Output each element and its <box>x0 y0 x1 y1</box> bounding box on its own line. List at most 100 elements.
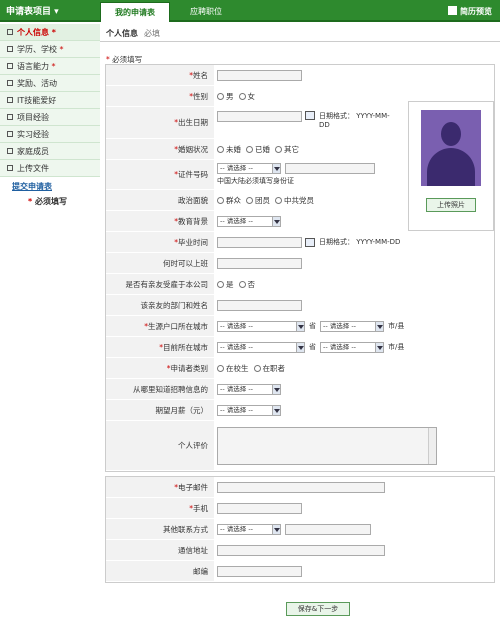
postcode-input[interactable] <box>217 565 302 577</box>
photo-panel: 上传照片 <box>408 101 494 231</box>
relative-dept-input[interactable] <box>217 299 302 311</box>
mobile-input[interactable] <box>217 502 302 514</box>
sidebar-item-label: 学历、学校 <box>17 45 57 54</box>
unmarried-radio[interactable] <box>217 145 224 153</box>
marital-label: *婚姻状况 <box>174 144 208 154</box>
female-label: 女 <box>247 91 256 101</box>
email-input[interactable] <box>217 481 385 493</box>
sidebar-item-label: 家庭成员 <box>17 147 49 156</box>
resume-preview-label: 简历预览 <box>460 7 492 16</box>
required-mark: * <box>59 45 64 54</box>
required-mark: * <box>51 28 56 37</box>
required-mark: * <box>51 62 56 71</box>
name-input[interactable] <box>217 69 302 81</box>
male-radio[interactable] <box>217 92 224 100</box>
self-eval-label: 个人评价 <box>178 441 208 450</box>
hukou-label: *生源户口所在城市 <box>144 321 208 331</box>
checkbox-icon <box>7 165 13 171</box>
sidebar-item-label: 上传文件 <box>17 164 49 173</box>
hukou-province-select[interactable]: -- 请选择 -- <box>217 320 305 332</box>
page-title-sub: 必填 <box>144 29 160 38</box>
sidebar-item-label: 语言能力 <box>17 62 49 71</box>
id-number-input[interactable] <box>285 163 375 174</box>
sidebar-item-education[interactable]: 学历、学校 * <box>0 41 100 58</box>
page-title-text: 个人信息 <box>106 29 138 38</box>
grad-date-input[interactable] <box>217 236 302 248</box>
document-icon <box>448 6 457 15</box>
id-label: *证件号码 <box>174 170 208 179</box>
calendar-icon[interactable] <box>305 111 315 120</box>
city-label: 市/县 <box>388 322 405 330</box>
student-radio[interactable] <box>217 364 224 372</box>
grad-time-label: *毕业时间 <box>174 237 208 247</box>
sidebar-item-awards[interactable]: 奖励、活动 <box>0 75 100 92</box>
education-label: *教育背景 <box>174 216 208 226</box>
scrollbar[interactable] <box>428 427 436 464</box>
required-note-text: 必须填写 <box>112 55 143 64</box>
app-menu-label: 申请表项目 <box>6 7 52 17</box>
avatar-placeholder-icon <box>421 110 481 186</box>
required-mark: * <box>28 197 33 206</box>
applicant-type-label: *申请者类别 <box>166 363 208 373</box>
political-label: 政治面貌 <box>178 195 208 205</box>
checkbox-icon <box>7 131 13 137</box>
sidebar-item-it-skills[interactable]: IT技能爱好 <box>0 92 100 109</box>
party-radio[interactable] <box>275 196 282 204</box>
salary-label: 期望月薪（元） <box>155 405 209 415</box>
tab-my-application[interactable]: 我的申请表 <box>100 2 170 22</box>
female-radio[interactable] <box>238 92 246 100</box>
education-select[interactable]: -- 请选择 -- <box>217 215 281 227</box>
salary-select[interactable]: -- 请选择 -- <box>217 404 281 416</box>
tab-positions[interactable]: 应聘职位 <box>190 2 222 22</box>
married-radio[interactable] <box>246 145 253 153</box>
id-hint: 中国大陆必须填写身份证 <box>217 177 294 185</box>
sidebar-item-personal[interactable]: 个人信息 * <box>0 24 100 41</box>
sidebar-item-upload[interactable]: 上传文件 <box>0 160 100 177</box>
province-label: 省 <box>309 343 316 351</box>
top-bar: 申请表项目 ▾ 我的申请表 应聘职位 简历预览 <box>0 0 500 22</box>
address-label: 通信地址 <box>178 545 208 555</box>
calendar-icon[interactable] <box>305 237 315 247</box>
chevron-down-icon: ▾ <box>54 7 59 17</box>
sidebar-item-label: 个人信息 <box>17 28 49 37</box>
league-radio[interactable] <box>246 196 253 204</box>
submit-application-link[interactable]: 提交申请表 <box>0 181 100 192</box>
hukou-city-select[interactable]: -- 请选择 -- <box>320 320 384 332</box>
masses-radio[interactable] <box>217 196 224 204</box>
channel-select[interactable]: -- 请选择 -- <box>217 383 281 395</box>
other-label: 其它 <box>284 144 299 154</box>
mobile-label: *手机 <box>189 503 208 513</box>
sidebar-item-internship[interactable]: 实习经验 <box>0 126 100 143</box>
league-label: 团员 <box>255 195 270 205</box>
sidebar-item-family[interactable]: 家庭成员 <box>0 143 100 160</box>
current-city-select[interactable]: -- 请选择 -- <box>320 341 384 353</box>
checkbox-icon <box>7 80 13 86</box>
checkbox-icon <box>7 29 13 35</box>
sidebar-item-projects[interactable]: 项目经验 <box>0 109 100 126</box>
name-label: *姓名 <box>189 70 208 80</box>
address-input[interactable] <box>217 544 385 556</box>
current-province-select[interactable]: -- 请选择 -- <box>217 341 305 353</box>
self-eval-textarea[interactable] <box>217 426 437 465</box>
birth-date-input[interactable] <box>217 111 302 122</box>
date-format-hint: 日期格式： YYYY-MM-DD <box>319 112 390 129</box>
app-menu[interactable]: 申请表项目 ▾ <box>6 4 59 17</box>
yes-label: 是 <box>226 279 234 289</box>
male-label: 男 <box>226 91 234 101</box>
other-radio[interactable] <box>275 145 282 153</box>
save-next-button[interactable]: 保存&下一步 <box>286 602 350 616</box>
resume-preview-button[interactable]: 简历预览 <box>448 6 492 17</box>
contact-type-select[interactable]: -- 请选择 -- <box>217 523 281 535</box>
personal-info-section: *姓名 *性别男女 *出生日期 日期格式： YYYY-MM-DD *婚姻状况 未婚已… <box>105 64 495 472</box>
no-radio[interactable] <box>238 280 246 288</box>
id-type-select[interactable]: -- 请选择 -- <box>217 163 281 174</box>
contact-section: *电子邮件 *手机 其他联系方式 -- 请选择 -- 通信地址 邮编 <box>105 476 495 583</box>
start-work-input[interactable] <box>217 257 302 269</box>
sidebar-item-label: 项目经验 <box>17 113 49 122</box>
married-label: 已婚 <box>255 144 270 154</box>
other-contact-input[interactable] <box>285 523 371 535</box>
upload-photo-button[interactable]: 上传照片 <box>426 198 476 212</box>
employed-radio[interactable] <box>253 364 261 372</box>
sidebar-item-language[interactable]: 语言能力 * <box>0 58 100 75</box>
yes-radio[interactable] <box>217 280 224 288</box>
